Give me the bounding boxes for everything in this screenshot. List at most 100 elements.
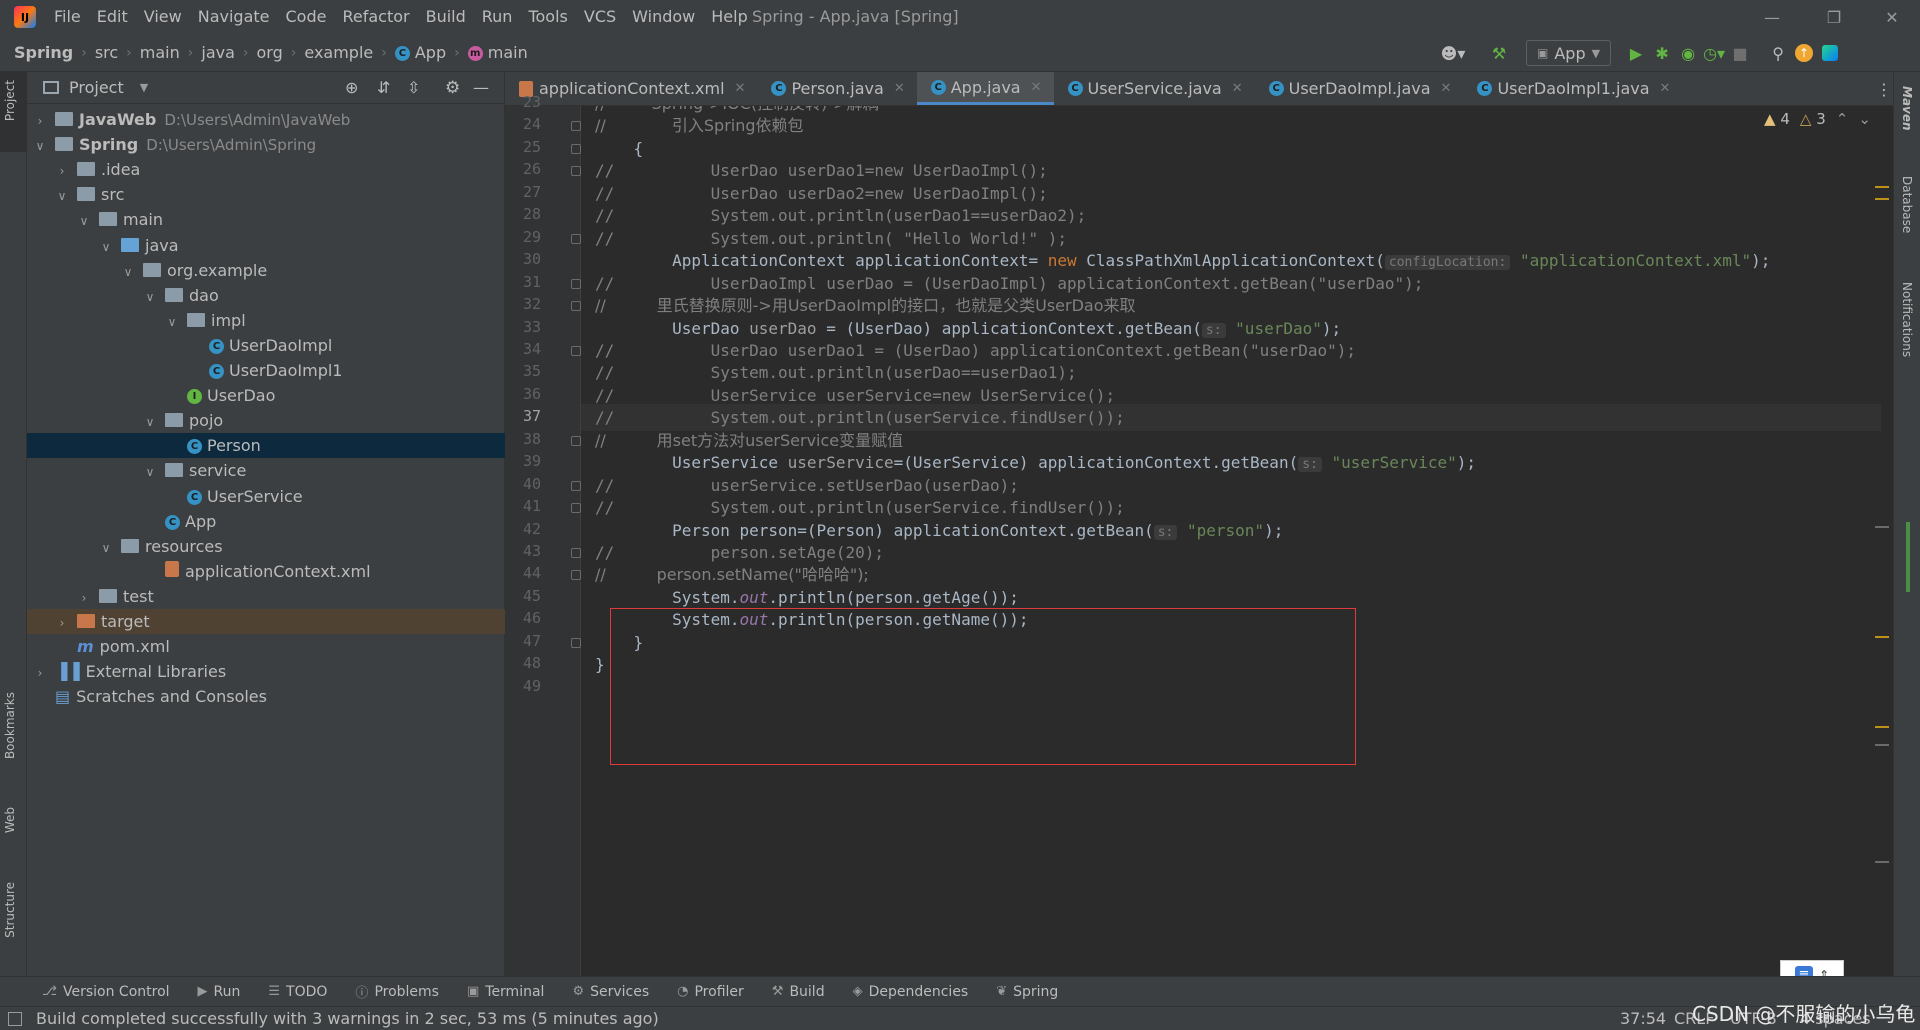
tree-item[interactable]: › test [27, 584, 505, 609]
hide-panel-icon[interactable]: — [473, 78, 489, 97]
tool-window-run[interactable]: ▶ Run [198, 984, 241, 1000]
expand-arrow-icon[interactable]: › [33, 109, 47, 134]
close-tab-icon[interactable]: ✕ [735, 81, 746, 96]
fold-marker-icon[interactable] [571, 166, 581, 177]
expand-arrow-icon[interactable]: ∨ [77, 209, 91, 234]
breadcrumb-item[interactable]: example [300, 43, 377, 62]
tool-window-profiler[interactable]: ◔ Profiler [677, 984, 744, 1000]
bookmarks-tool-tab[interactable]: Bookmarks [3, 692, 17, 759]
tree-item[interactable]: C UserDaoImpl1 [27, 358, 505, 383]
expand-arrow-icon[interactable]: ∨ [55, 184, 69, 209]
expand-arrow-icon[interactable]: ∨ [33, 134, 47, 159]
breadcrumb-item[interactable]: main [136, 43, 184, 62]
tree-item[interactable]: applicationContext.xml [27, 559, 505, 584]
fold-marker-icon[interactable] [571, 233, 581, 244]
close-tab-icon[interactable]: ✕ [1660, 81, 1671, 96]
restore-button[interactable]: ❐ [1806, 0, 1862, 34]
fold-marker-icon[interactable] [571, 435, 581, 446]
breadcrumb-item[interactable]: src [91, 43, 122, 62]
locate-icon[interactable]: ⊕ [345, 78, 358, 97]
maven-tool-tab[interactable]: Maven [1900, 86, 1914, 131]
breadcrumb-item[interactable]: java [197, 43, 239, 62]
fold-marker-icon[interactable] [571, 548, 581, 558]
tool-window-build[interactable]: ⚒ Build [772, 984, 825, 1000]
expand-arrow-icon[interactable]: ∨ [143, 460, 157, 485]
jetbrains-toolbox-icon[interactable] [1817, 40, 1843, 66]
menu-file[interactable]: File [46, 0, 89, 34]
tree-item[interactable]: I UserDao [27, 383, 505, 408]
breadcrumb-item[interactable]: org [253, 43, 287, 62]
tool-window-services[interactable]: ⚙ Services [572, 984, 649, 1000]
code-editor[interactable]: // Spring->IOC(控制反转)->解耦// 引入Spring依赖包 {… [581, 106, 1893, 976]
tree-item[interactable]: ∨ impl [27, 308, 505, 333]
editor-tab[interactable]: C UserService.java ✕ [1054, 72, 1255, 105]
scrollbar-thumb[interactable] [1906, 522, 1910, 592]
expand-arrow-icon[interactable]: › [55, 611, 69, 636]
profile-icon[interactable]: ◷▾ [1701, 40, 1727, 66]
fold-marker-icon[interactable] [571, 278, 581, 289]
tree-item[interactable]: ∨ dao [27, 283, 505, 308]
menu-edit[interactable]: Edit [89, 0, 136, 34]
menu-code[interactable]: Code [278, 0, 335, 34]
tree-item[interactable]: ∨ resources [27, 534, 505, 559]
fold-marker-icon[interactable] [571, 345, 581, 356]
breadcrumb-item[interactable]: m main [464, 43, 532, 62]
tree-item[interactable]: ∨ Spring D:\Users\Admin\Spring [27, 132, 505, 157]
editor-tab[interactable]: C UserDaoImpl.java ✕ [1255, 72, 1464, 105]
gear-icon[interactable]: ⚙ [445, 78, 460, 98]
status-toggle-icon[interactable] [8, 1011, 22, 1026]
warning-marker[interactable] [1875, 726, 1889, 728]
close-tab-icon[interactable]: ✕ [1031, 80, 1042, 95]
close-tab-icon[interactable]: ✕ [1232, 81, 1243, 96]
tree-item[interactable]: C Person [27, 433, 505, 459]
warning-marker[interactable] [1875, 636, 1889, 638]
breadcrumb-item[interactable]: Spring [0, 43, 77, 62]
tool-window-problems[interactable]: ⓘ Problems [355, 982, 439, 1002]
info-marker[interactable] [1875, 744, 1889, 746]
more-tabs-icon[interactable]: ⋮ [1876, 80, 1892, 99]
tree-item[interactable]: ▤ Scratches and Consoles [27, 684, 505, 709]
close-tab-icon[interactable]: ✕ [894, 81, 905, 96]
menu-refactor[interactable]: Refactor [334, 0, 417, 34]
run-icon[interactable]: ▶ [1623, 40, 1649, 66]
update-icon[interactable]: ↑ [1791, 40, 1817, 66]
tree-item[interactable]: ∨ service [27, 458, 505, 483]
warning-marker[interactable] [1875, 198, 1889, 200]
tree-item[interactable]: › target [27, 609, 505, 634]
menu-window[interactable]: Window [624, 0, 703, 34]
stop-icon[interactable]: ■ [1727, 40, 1753, 66]
caret-position[interactable]: 37:54 [1620, 1009, 1666, 1028]
inspection-widget[interactable]: ▲ 4 △ 3 ⌃ ⌄ [1764, 110, 1871, 128]
tree-item[interactable]: C App [27, 509, 505, 534]
expand-arrow-icon[interactable]: ∨ [99, 235, 113, 260]
menu-navigate[interactable]: Navigate [190, 0, 278, 34]
fold-marker-icon[interactable] [571, 121, 581, 132]
fold-marker-icon[interactable] [571, 301, 581, 312]
expand-arrow-icon[interactable]: ∨ [121, 260, 135, 285]
expand-arrow-icon[interactable]: › [77, 586, 91, 611]
error-stripe[interactable] [1873, 106, 1893, 976]
tree-item[interactable]: C UserDaoImpl [27, 333, 505, 358]
editor-tab[interactable]: C Person.java ✕ [757, 72, 916, 105]
fold-marker-icon[interactable] [571, 570, 581, 581]
fold-marker-icon[interactable] [571, 480, 581, 491]
tool-window-spring[interactable]: ❦ Spring [996, 984, 1058, 1000]
search-icon[interactable]: ⚲ [1765, 40, 1791, 66]
structure-tool-tab[interactable]: Structure [3, 882, 17, 938]
menu-vcs[interactable]: VCS [576, 0, 624, 34]
chevron-up-icon[interactable]: ⌃ [1836, 110, 1849, 128]
fold-marker-icon[interactable] [571, 143, 581, 154]
tool-window-version-control[interactable]: ⎇ Version Control [42, 984, 170, 1000]
run-configuration-select[interactable]: ▣ App ▼ [1526, 40, 1612, 66]
expand-arrow-icon[interactable]: ∨ [165, 310, 179, 335]
chevron-down-icon[interactable]: ⌄ [1858, 110, 1871, 128]
tool-window-todo[interactable]: ☰ TODO [268, 984, 327, 1000]
info-marker[interactable] [1875, 526, 1889, 528]
status-message[interactable]: Build completed successfully with 3 warn… [36, 1009, 659, 1028]
close-tab-icon[interactable]: ✕ [1441, 81, 1452, 96]
tool-window-dependencies[interactable]: ◈ Dependencies [853, 984, 969, 1000]
info-marker[interactable] [1875, 861, 1889, 863]
editor-tab[interactable]: C App.java ✕ [916, 72, 1054, 105]
menu-run[interactable]: Run [474, 0, 521, 34]
close-window-button[interactable]: ✕ [1864, 0, 1920, 34]
